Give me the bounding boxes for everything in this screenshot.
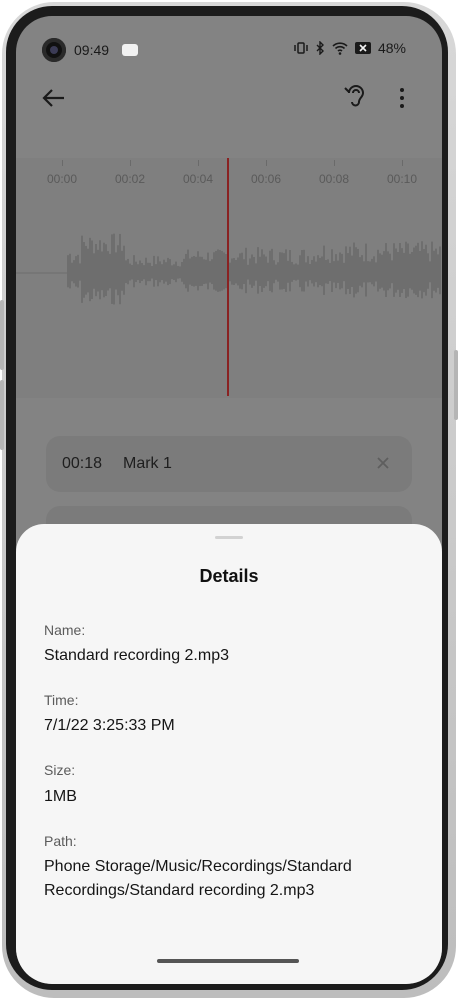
wifi-icon xyxy=(332,41,348,55)
screen: 09:49 48% 00:00 00:02 00:04 00:06 00:08 … xyxy=(16,16,442,984)
notification-icon xyxy=(122,44,138,56)
size-value: 1MB xyxy=(44,788,77,805)
ear-icon[interactable] xyxy=(342,82,368,110)
battery-saver-icon xyxy=(354,42,371,54)
status-bar: 09:49 48% xyxy=(16,16,442,86)
status-time: 09:49 xyxy=(74,42,110,58)
timeline-ruler: 00:00 00:02 00:04 00:06 00:08 00:10 xyxy=(16,158,442,208)
time-value: 7/1/22 3:25:33 PM xyxy=(44,717,175,734)
name-value: Standard recording 2.mp3 xyxy=(44,647,229,664)
tick xyxy=(198,160,199,166)
tick-label: 00:10 xyxy=(386,172,418,186)
path-value: Phone Storage/Music/Recordings/Standard … xyxy=(44,858,352,899)
volume-button xyxy=(0,300,4,370)
mark-time: 00:18 xyxy=(62,455,103,472)
tick-label: 00:08 xyxy=(318,172,350,186)
drag-handle[interactable] xyxy=(215,536,243,539)
audio-waveform xyxy=(16,233,441,305)
tick xyxy=(334,160,335,166)
size-label: Size: xyxy=(44,762,76,778)
tick-label: 00:00 xyxy=(46,172,78,186)
back-arrow-icon[interactable] xyxy=(40,84,68,112)
close-icon[interactable] xyxy=(376,456,390,470)
path-label: Path: xyxy=(44,833,77,849)
details-sheet: Details Name: Standard recording 2.mp3 T… xyxy=(16,524,442,984)
sheet-title: Details xyxy=(199,566,259,586)
status-icons: 48% xyxy=(294,40,406,56)
power-button xyxy=(454,350,458,420)
waveform-panel[interactable]: 00:00 00:02 00:04 00:06 00:08 00:10 xyxy=(16,158,442,398)
tick-label: 00:04 xyxy=(182,172,214,186)
mark-label: Mark 1 xyxy=(123,455,172,472)
mark-item[interactable]: 00:18 Mark 1 xyxy=(46,436,412,492)
time-label: Time: xyxy=(44,692,79,708)
tick xyxy=(130,160,131,166)
tick-label: 00:02 xyxy=(114,172,146,186)
tick-label: 00:06 xyxy=(250,172,282,186)
name-label: Name: xyxy=(44,622,86,638)
volume-button-2 xyxy=(0,380,4,450)
bluetooth-icon xyxy=(315,41,325,55)
tick xyxy=(266,160,267,166)
tick xyxy=(402,160,403,166)
tick xyxy=(62,160,63,166)
vibrate-icon xyxy=(294,41,308,55)
more-vertical-icon[interactable] xyxy=(392,84,412,112)
front-camera xyxy=(42,38,66,62)
battery-level: 48% xyxy=(377,40,406,56)
home-indicator[interactable] xyxy=(157,959,299,963)
playhead[interactable] xyxy=(227,158,229,396)
